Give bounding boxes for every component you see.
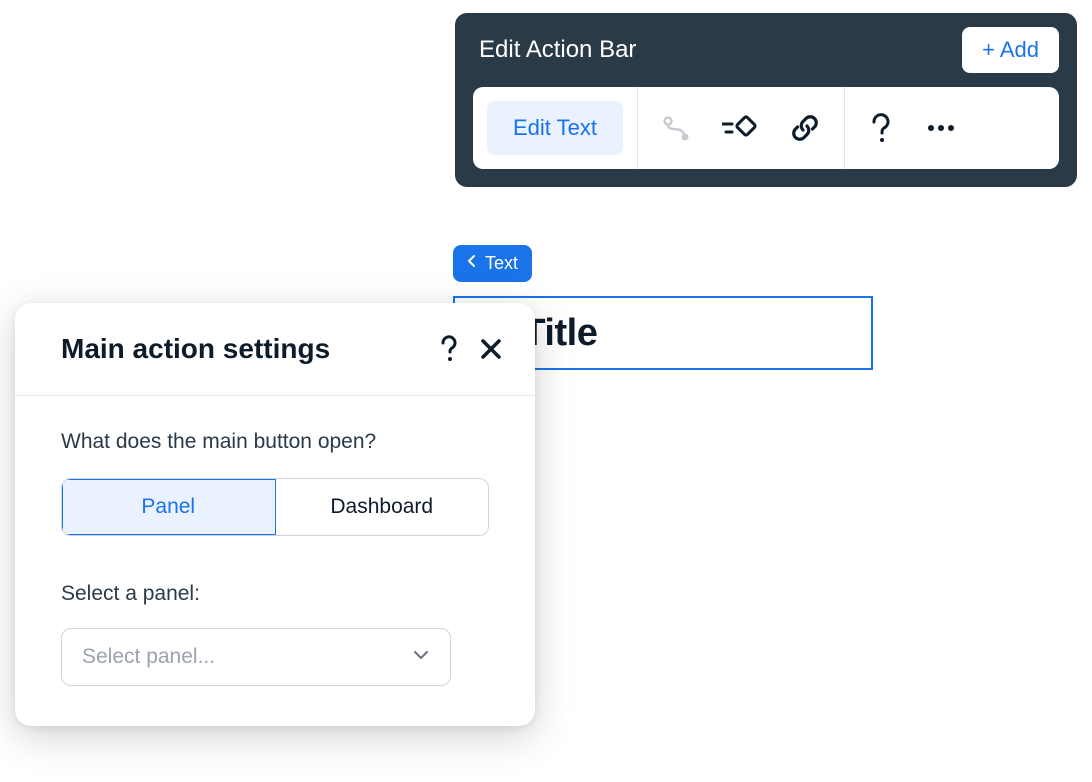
toolbar-section-edit: Edit Text (473, 87, 638, 169)
more-icon[interactable] (925, 113, 957, 143)
chevron-left-icon (467, 254, 477, 273)
edit-text-button[interactable]: Edit Text (487, 101, 623, 155)
text-chip[interactable]: Text (453, 245, 532, 282)
help-icon[interactable] (869, 112, 895, 144)
select-panel-label: Select a panel: (61, 582, 489, 606)
close-icon[interactable] (479, 337, 503, 361)
diamond-icon[interactable] (722, 113, 760, 143)
settings-header: Main action settings (15, 303, 535, 396)
select-panel-dropdown[interactable]: Select panel... (61, 628, 451, 686)
settings-header-icons (439, 335, 503, 363)
add-button[interactable]: + Add (962, 27, 1059, 73)
segment-panel[interactable]: Panel (62, 479, 276, 535)
action-toolbar: Edit Text (473, 87, 1059, 169)
select-placeholder: Select panel... (82, 645, 215, 669)
chevron-down-icon (412, 648, 430, 666)
path-icon[interactable] (662, 113, 692, 143)
link-icon[interactable] (790, 113, 820, 143)
settings-title: Main action settings (61, 333, 330, 365)
edit-action-bar: Edit Action Bar + Add Edit Text (455, 13, 1077, 187)
settings-body: What does the main button open? Panel Da… (15, 396, 535, 726)
toolbar-section-right (845, 87, 981, 169)
toolbar-section-icons (638, 87, 845, 169)
action-bar-header: Edit Action Bar + Add (473, 27, 1059, 73)
open-target-segmented: Panel Dashboard (61, 478, 489, 536)
action-bar-title: Edit Action Bar (473, 36, 636, 64)
text-chip-label: Text (485, 253, 518, 274)
settings-help-icon[interactable] (439, 335, 461, 363)
main-action-settings-panel: Main action settings What does the main … (15, 303, 535, 726)
question-label: What does the main button open? (61, 430, 489, 454)
segment-dashboard[interactable]: Dashboard (276, 479, 489, 535)
